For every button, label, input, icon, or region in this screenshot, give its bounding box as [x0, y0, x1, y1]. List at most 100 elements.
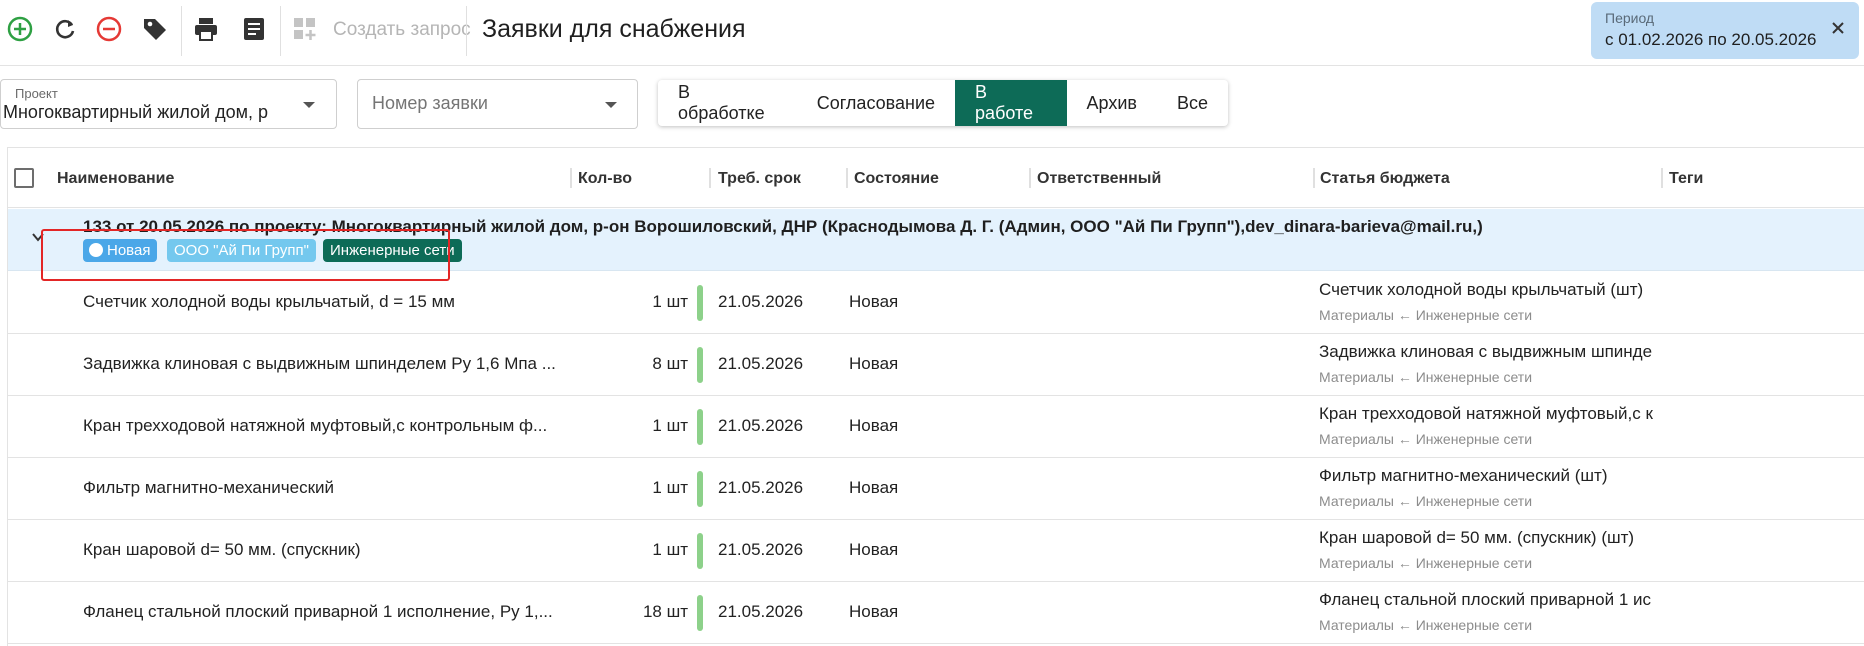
row-budget-path: Материалы ← Инженерные сети — [1319, 369, 1533, 385]
dashboard-add-button[interactable] — [288, 12, 322, 46]
row-date: 21.05.2026 — [718, 602, 804, 621]
period-filter-chip[interactable]: Период с 01.02.2026 по 20.05.2026 — [1591, 2, 1859, 59]
row-date: 21.05.2026 — [718, 478, 804, 497]
toolbar: Создать запрос Заявки для снабжения Пери… — [0, 0, 1864, 66]
document-button[interactable] — [237, 12, 271, 46]
column-divider[interactable] — [570, 168, 572, 188]
row-state: Новая — [849, 478, 899, 497]
row-budget-path: Материалы ← Инженерные сети — [1319, 431, 1533, 447]
row-name: Кран трехходовой натяжной муфтовый,с кон… — [83, 416, 548, 435]
create-request-button[interactable]: Создать запрос — [333, 19, 471, 41]
column-header-tags[interactable]: Теги — [1669, 170, 1703, 188]
row-name: Задвижка клиновая с выдвижным шпинделем … — [83, 354, 556, 373]
add-circle-icon — [7, 16, 33, 42]
qty-indicator — [697, 285, 703, 321]
tab-approval[interactable]: Согласование — [797, 80, 955, 126]
row-budget: Счетчик холодной воды крыльчатый (шт) — [1319, 280, 1644, 299]
table-row[interactable]: Счетчик холодной воды крыльчатый, d = 15… — [8, 272, 1864, 334]
row-qty: 1 шт — [652, 416, 688, 435]
row-qty: 8 шт — [652, 354, 688, 373]
row-qty: 1 шт — [652, 292, 688, 311]
row-budget: Фильтр магнитно-механический (шт) — [1319, 466, 1608, 485]
row-budget: Фланец стальной плоский приварной 1 ис — [1319, 590, 1651, 609]
qty-indicator — [697, 471, 703, 507]
print-icon — [195, 18, 217, 41]
row-state: Новая — [849, 292, 899, 311]
toolbar-separator — [280, 6, 281, 56]
select-all-checkbox[interactable] — [14, 168, 34, 188]
tab-in-work[interactable]: В работе — [955, 80, 1067, 126]
column-header-name[interactable]: Наименование — [57, 170, 174, 188]
column-header-budget[interactable]: Статья бюджета — [1320, 170, 1450, 188]
row-budget-path: Материалы ← Инженерные сети — [1319, 617, 1533, 633]
toolbar-separator — [466, 6, 467, 56]
project-select[interactable]: Проект Многоквартирный жилой дом, р — [0, 79, 337, 129]
tab-all[interactable]: Все — [1157, 80, 1228, 126]
project-select-value: Многоквартирный жилой дом, р — [3, 102, 268, 122]
row-qty: 1 шт — [652, 540, 688, 559]
row-name: Фланец стальной плоский приварной 1 испо… — [83, 602, 553, 621]
tab-archive[interactable]: Архив — [1067, 80, 1157, 126]
table-row[interactable]: Фильтр магнитно-механический 1 шт 21.05.… — [8, 458, 1864, 520]
page-title: Заявки для снабжения — [482, 15, 746, 43]
toolbar-separator — [181, 6, 182, 56]
row-state: Новая — [849, 416, 899, 435]
selection-highlight-box — [41, 229, 450, 281]
document-icon — [244, 18, 264, 40]
tag-icon — [144, 19, 166, 40]
refresh-icon — [55, 19, 75, 39]
add-button[interactable] — [3, 12, 37, 46]
row-qty: 1 шт — [652, 478, 688, 497]
table-header: Наименование Кол-во Треб. срок Состояние… — [8, 148, 1864, 208]
table-row[interactable]: Кран шаровой d= 50 мм. (спускник) 1 шт 2… — [8, 520, 1864, 582]
row-budget-path: Материалы ← Инженерные сети — [1319, 555, 1533, 571]
table-row[interactable]: Задвижка клиновая с выдвижным шпинделем … — [8, 334, 1864, 396]
table-row[interactable]: Кран трехходовой натяжной муфтовый,с кон… — [8, 396, 1864, 458]
column-divider[interactable] — [1313, 168, 1315, 188]
remove-circle-icon — [96, 16, 122, 42]
row-name: Кран шаровой d= 50 мм. (спускник) — [83, 540, 361, 559]
tab-processing[interactable]: В обработке — [658, 80, 797, 126]
project-select-label: Проект — [15, 86, 58, 101]
column-divider[interactable] — [1029, 168, 1031, 188]
column-divider[interactable] — [846, 168, 848, 188]
column-divider[interactable] — [1661, 168, 1663, 188]
row-date: 21.05.2026 — [718, 540, 804, 559]
tag-button[interactable] — [138, 12, 172, 46]
period-value: с 01.02.2026 по 20.05.2026 — [1605, 30, 1817, 49]
print-button[interactable] — [189, 12, 223, 46]
row-budget: Задвижка клиновая с выдвижным шпинде — [1319, 342, 1653, 361]
qty-indicator — [697, 347, 703, 383]
column-header-responsible[interactable]: Ответственный — [1037, 170, 1161, 188]
row-state: Новая — [849, 602, 899, 621]
close-icon[interactable] — [1829, 19, 1847, 37]
row-budget: Кран трехходовой натяжной муфтовый,с к — [1319, 404, 1653, 423]
qty-indicator — [697, 409, 703, 445]
row-budget: Кран шаровой d= 50 мм. (спускник) (шт) — [1319, 528, 1635, 547]
row-qty: 18 шт — [642, 602, 688, 621]
row-name: Счетчик холодной воды крыльчатый, d = 15… — [83, 292, 455, 311]
request-number-select[interactable]: Номер заявки — [357, 79, 638, 129]
column-header-due[interactable]: Треб. срок — [718, 170, 801, 188]
row-budget-path: Материалы ← Инженерные сети — [1319, 493, 1533, 509]
column-header-state[interactable]: Состояние — [854, 170, 939, 188]
requests-table: Наименование Кол-во Треб. срок Состояние… — [7, 147, 1864, 646]
row-date: 21.05.2026 — [718, 354, 804, 373]
chevron-down-icon — [303, 102, 315, 108]
row-date: 21.05.2026 — [718, 416, 804, 435]
status-tabs: В обработке Согласование В работе Архив … — [658, 80, 1228, 126]
remove-button[interactable] — [92, 12, 126, 46]
row-budget-path: Материалы ← Инженерные сети — [1319, 307, 1533, 323]
dashboard-add-icon — [294, 18, 316, 40]
column-header-qty[interactable]: Кол-во — [578, 170, 632, 188]
row-state: Новая — [849, 540, 899, 559]
row-state: Новая — [849, 354, 899, 373]
table-row[interactable]: Фланец стальной плоский приварной 1 испо… — [8, 582, 1864, 644]
row-name: Фильтр магнитно-механический — [83, 478, 335, 497]
request-number-placeholder: Номер заявки — [372, 93, 488, 113]
qty-indicator — [697, 595, 703, 631]
refresh-button[interactable] — [48, 12, 82, 46]
chevron-down-icon — [605, 102, 617, 108]
qty-indicator — [697, 533, 703, 569]
column-divider[interactable] — [709, 168, 711, 188]
